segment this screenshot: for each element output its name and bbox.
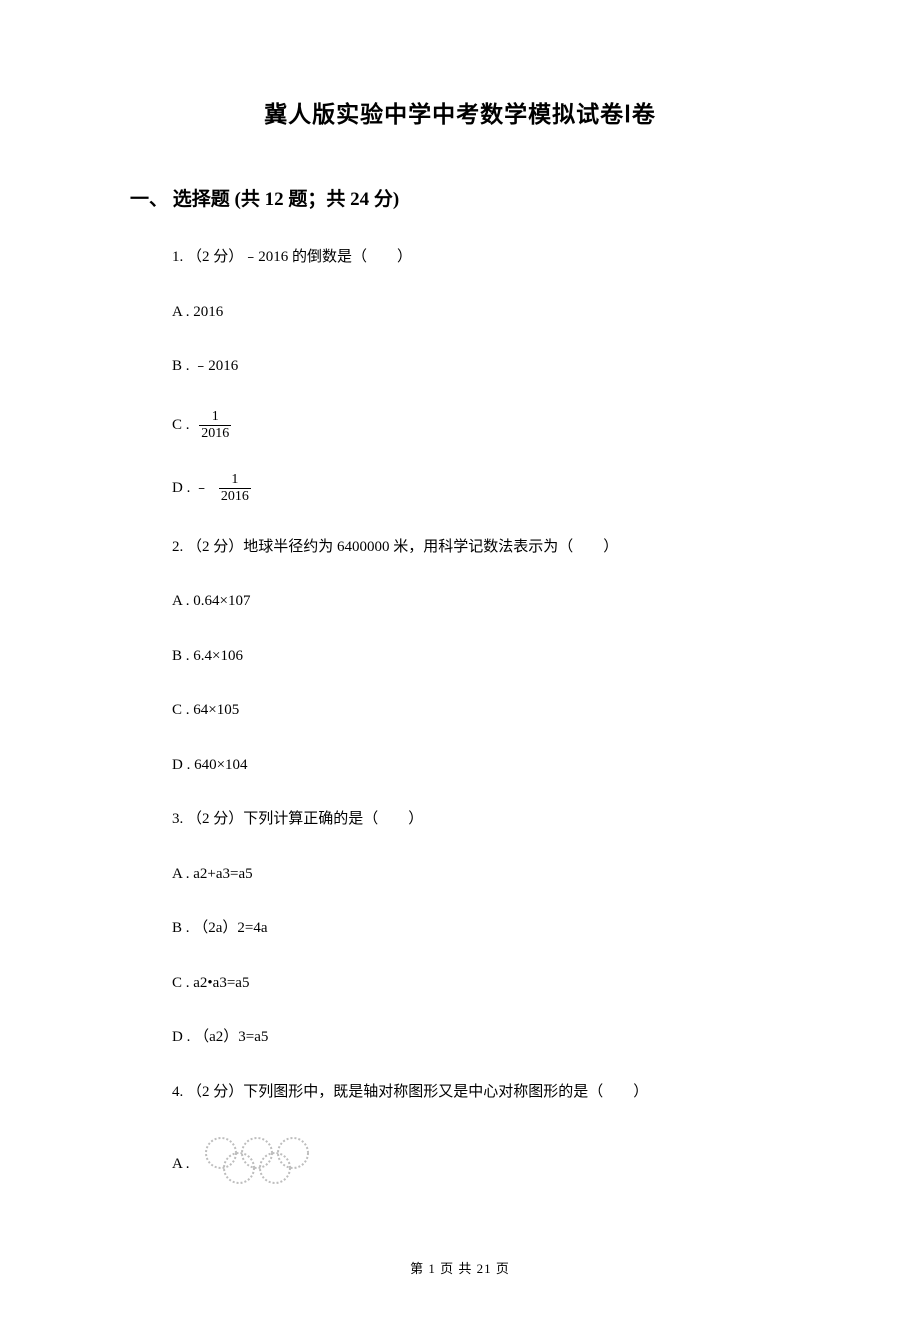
option-text: A . 2016: [172, 301, 223, 324]
option-d: D . ﹣ 1 2016: [172, 473, 790, 504]
section-name: 选择题: [173, 189, 230, 210]
option-label: C .: [172, 414, 193, 437]
option-text: B . （2a）2=4a: [172, 917, 268, 940]
section-meta: (共 12 题；共 24 分): [235, 189, 400, 210]
option-a: A . a2+a3=a5: [172, 863, 790, 886]
option-label: A .: [172, 1153, 193, 1176]
question-stem: 4. （2 分）下列图形中，既是轴对称图形又是中心对称图形的是（ ）: [172, 1081, 790, 1104]
fraction: 1 2016: [199, 410, 231, 441]
option-c: C . a2•a3=a5: [172, 972, 790, 995]
option-b: B . 6.4×106: [172, 645, 790, 668]
question-stem: 1. （2 分）﹣2016 的倒数是（ ）: [172, 246, 790, 269]
footer-page-current: 1: [428, 1261, 436, 1276]
option-text: D . 640×104: [172, 754, 248, 777]
option-c: C . 1 2016: [172, 410, 790, 441]
option-text: A . a2+a3=a5: [172, 863, 253, 886]
option-a: A . 2016: [172, 301, 790, 324]
fraction-denominator: 2016: [199, 426, 231, 441]
option-a: A . 0.64×107: [172, 590, 790, 613]
option-text: C . 64×105: [172, 699, 239, 722]
section-header: 一、 选择题 (共 12 题；共 24 分): [130, 184, 790, 211]
option-text: A . 0.64×107: [172, 590, 250, 613]
document-page: 冀人版实验中学中考数学模拟试卷Ⅰ卷 一、 选择题 (共 12 题；共 24 分)…: [0, 0, 920, 1327]
option-text: D . （a2）3=a5: [172, 1026, 268, 1049]
footer-mid: 页 共: [436, 1261, 477, 1276]
fraction-numerator: 1: [219, 473, 251, 489]
page-title: 冀人版实验中学中考数学模拟试卷Ⅰ卷: [130, 95, 790, 129]
option-b: B . ﹣2016: [172, 355, 790, 378]
question-stem: 2. （2 分）地球半径约为 6400000 米，用科学记数法表示为（ ）: [172, 536, 790, 559]
option-a: A .: [172, 1135, 790, 1193]
olympic-rings-icon: [199, 1135, 329, 1193]
option-label: D . ﹣: [172, 477, 213, 500]
option-text: B . 6.4×106: [172, 645, 243, 668]
option-d: D . （a2）3=a5: [172, 1026, 790, 1049]
question-list: 1. （2 分）﹣2016 的倒数是（ ） A . 2016 B . ﹣2016…: [130, 246, 790, 1193]
option-d: D . 640×104: [172, 754, 790, 777]
footer-suffix: 页: [492, 1261, 510, 1276]
footer-prefix: 第: [410, 1261, 428, 1276]
footer-page-total: 21: [477, 1261, 492, 1276]
fraction: 1 2016: [219, 473, 251, 504]
fraction-numerator: 1: [199, 410, 231, 426]
page-footer: 第 1 页 共 21 页: [130, 1258, 790, 1277]
fraction-denominator: 2016: [219, 489, 251, 504]
section-number: 一、: [130, 189, 168, 210]
option-text: C . a2•a3=a5: [172, 972, 249, 995]
option-c: C . 64×105: [172, 699, 790, 722]
question-stem: 3. （2 分）下列计算正确的是（ ）: [172, 808, 790, 831]
option-text: B . ﹣2016: [172, 355, 238, 378]
option-b: B . （2a）2=4a: [172, 917, 790, 940]
